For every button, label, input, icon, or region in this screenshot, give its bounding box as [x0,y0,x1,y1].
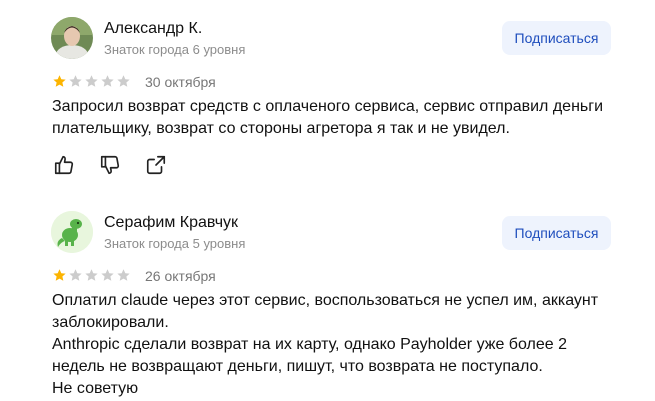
star-empty-icon [117,269,130,281]
star-empty-icon [85,75,98,87]
star-filled-icon [53,269,66,281]
review-text: Оплатил claude через этот сервис, воспол… [52,292,599,397]
star-empty-icon [85,269,98,281]
star-filled-icon [53,75,66,87]
review-text: Запросил возврат средств с оплаченого се… [52,98,604,137]
avatar[interactable] [51,17,93,59]
author-level: Знаток города 5 уровня [104,236,246,251]
star-empty-icon [117,75,130,87]
rating-stars [52,268,131,283]
star-empty-icon [69,269,82,281]
review-actions [52,153,190,177]
author-level: Знаток города 6 уровня [104,42,246,57]
rating-stars [52,74,131,89]
author-name[interactable]: Александр К. [104,19,202,39]
like-icon[interactable] [52,153,76,177]
review-date: 26 октября [145,268,216,284]
share-icon[interactable] [144,153,168,177]
review-date: 30 октября [145,74,216,90]
avatar[interactable] [51,211,93,253]
author-name[interactable]: Серафим Кравчук [104,213,238,233]
subscribe-button[interactable]: Подписаться [502,21,611,55]
review-card: Серафим Кравчук Знаток города 5 уровня П… [0,190,655,401]
review-card: Александр К. Знаток города 6 уровня Подп… [0,0,655,190]
dislike-icon[interactable] [98,153,122,177]
star-empty-icon [101,75,114,87]
star-empty-icon [69,75,82,87]
star-empty-icon [101,269,114,281]
subscribe-button[interactable]: Подписаться [502,216,611,250]
